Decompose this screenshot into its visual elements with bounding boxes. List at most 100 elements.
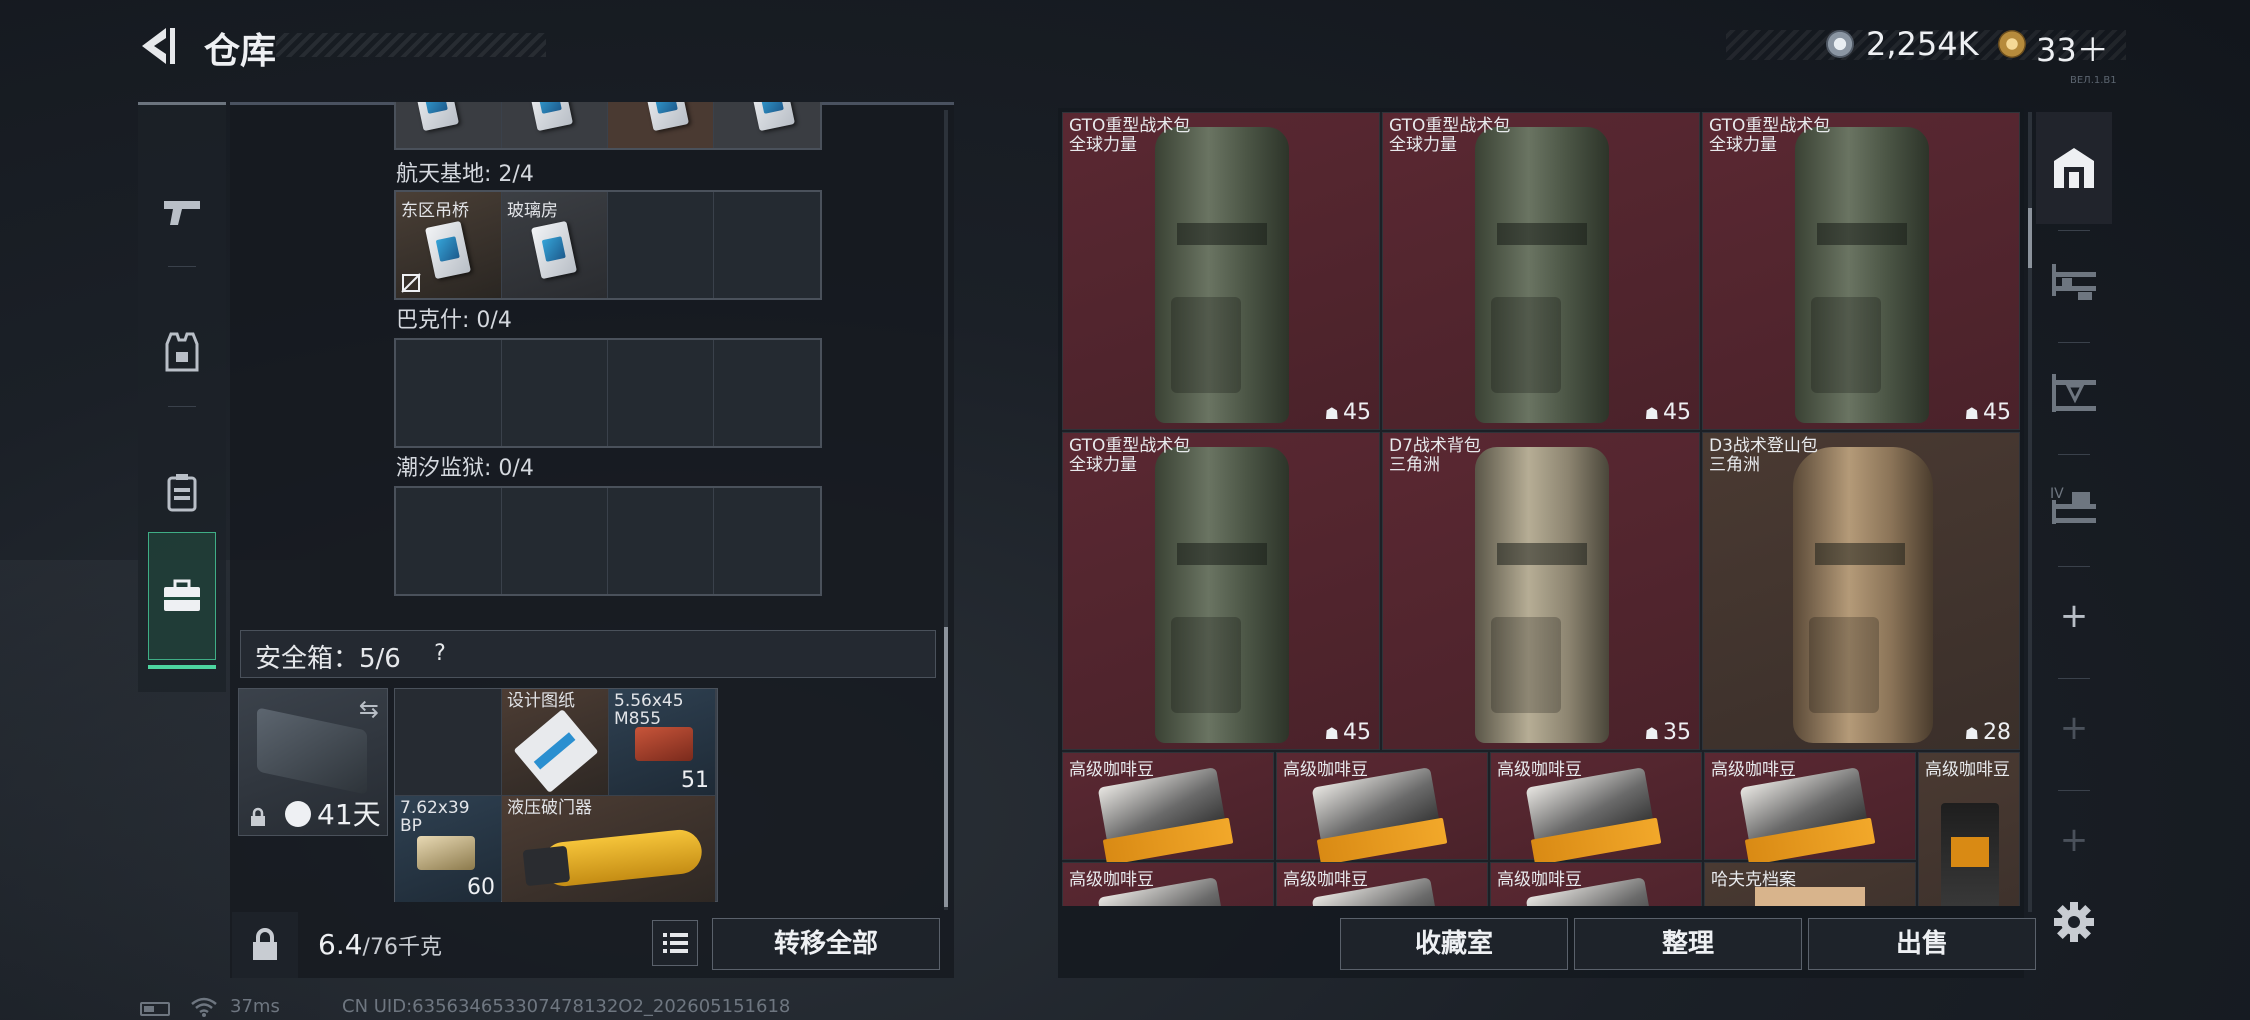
swap-icon[interactable]: ⇆ (359, 695, 379, 723)
inventory-item-backpack[interactable]: D3战术登山包 三角洲 ☗ 28 (1702, 432, 2020, 750)
nav-armor[interactable] (138, 282, 226, 422)
svg-text:IV: IV (2050, 486, 2064, 502)
tab-rack-2[interactable] (2036, 336, 2112, 448)
weight-display: 6.4/76千克 (318, 928, 442, 961)
inventory-scrollbar-thumb[interactable] (2028, 208, 2032, 268)
inventory-item-small[interactable]: 高级咖啡豆 (1276, 752, 1488, 860)
section-title-spacebase: 航天基地: 2/4 (396, 162, 534, 187)
capacity-value: 45 (1343, 400, 1371, 425)
grid-cell[interactable] (714, 192, 820, 298)
inventory-item-small[interactable]: 高级咖啡豆 (1276, 862, 1488, 906)
capacity-value: 45 (1983, 400, 2011, 425)
item-name: D7战术背包 三角洲 (1389, 437, 1481, 475)
list-icon (663, 933, 688, 953)
wifi-icon (191, 997, 217, 1017)
section-grid-spacebase: 东区吊桥 玻璃房 (394, 190, 822, 300)
lock-button[interactable] (232, 912, 298, 978)
transfer-all-button[interactable]: 转移全部 (712, 918, 940, 970)
help-icon[interactable]: ? (424, 638, 456, 670)
weight-max: /76千克 (362, 935, 442, 960)
sort-button[interactable]: 整理 (1574, 918, 1802, 970)
backpack-image (1793, 447, 1933, 743)
add-tab-button-locked[interactable]: + (2036, 672, 2112, 784)
item-name: GTO重型战术包 全球力量 (1389, 117, 1510, 155)
collection-room-button[interactable]: 收藏室 (1340, 918, 1568, 970)
nav-storage[interactable] (148, 532, 216, 669)
add-tab-button-locked[interactable]: + (2036, 784, 2112, 896)
inventory-item-backpack[interactable]: GTO重型战术包 全球力量 ☗ 45 (1382, 112, 1700, 430)
backpack-image (1155, 127, 1289, 423)
capacity-icon: ☗ (1644, 724, 1659, 743)
back-arrow-icon[interactable] (136, 24, 180, 68)
grid-cell[interactable] (502, 340, 608, 446)
tab-rack-1[interactable] (2036, 224, 2112, 336)
item-title: GTO重型战术包 (1069, 436, 1191, 456)
capacity-value: 45 (1663, 400, 1691, 425)
grid-cell[interactable] (714, 102, 820, 148)
grid-cell[interactable] (502, 488, 608, 594)
item-label: 玻璃房 (507, 201, 558, 221)
item-name: D3战术登山包 三角洲 (1709, 437, 1818, 475)
inventory-item-small[interactable]: 高级咖啡豆 (1490, 752, 1702, 860)
coffee-bag-image (1311, 767, 1443, 859)
storage-scrollbar-thumb[interactable] (944, 627, 948, 907)
inventory-item-backpack[interactable]: D7战术背包 三角洲 ☗ 35 (1382, 432, 1700, 750)
grid-cell[interactable] (608, 102, 714, 148)
section-grid-bakhsh (394, 338, 822, 448)
safe-slot-blueprint[interactable]: 设计图纸 (502, 689, 608, 795)
grid-cell-keycard[interactable]: 玻璃房 (502, 192, 608, 298)
grid-cell[interactable] (396, 488, 502, 594)
grid-cell[interactable] (608, 340, 714, 446)
grid-cell[interactable] (396, 340, 502, 446)
tab-rack-4[interactable]: IV (2036, 448, 2112, 560)
uid-text: CN UID:635634653307478132O2_202605151618 (342, 996, 791, 1017)
inventory-item-small[interactable]: 高级咖啡豆 (1490, 862, 1702, 906)
nav-weapons[interactable] (138, 142, 226, 282)
currency-gold-amount[interactable]: 33＋ (2036, 25, 2109, 71)
inventory-item-tall[interactable]: 高级咖啡豆 (1918, 752, 2020, 906)
grid-cell[interactable] (608, 192, 714, 298)
grid-cell[interactable] (502, 102, 608, 148)
inventory-item-small[interactable]: 高级咖啡豆 (1062, 752, 1274, 860)
safe-slot-empty[interactable] (395, 689, 501, 795)
safe-slot-breacher[interactable]: 液压破门器 (502, 796, 715, 902)
safe-slot-ammo-762[interactable]: 7.62x39 BP 60 (395, 796, 501, 902)
grid-cell[interactable] (714, 340, 820, 446)
capacity-icon: ☗ (1964, 404, 1979, 423)
capacity-value: 45 (1343, 720, 1371, 745)
list-view-button[interactable] (652, 920, 698, 966)
inventory-item-backpack[interactable]: GTO重型战术包 全球力量 ☗ 45 (1702, 112, 2020, 430)
ping-text: 37ms (230, 996, 280, 1017)
inventory-item-backpack[interactable]: GTO重型战术包 全球力量 ☗ 45 (1062, 432, 1380, 750)
item-name: GTO重型战术包 全球力量 (1069, 117, 1190, 155)
item-name: 高级咖啡豆 (1497, 870, 1582, 890)
item-title: D7战术背包 (1389, 436, 1481, 456)
blueprint-icon (513, 708, 599, 794)
title-decoration (276, 33, 546, 57)
add-tab-button[interactable]: + (2036, 560, 2112, 672)
safe-box-case[interactable]: ⇆ 41天 (238, 688, 388, 836)
document-image (1755, 887, 1865, 906)
silver-coin-icon (1826, 30, 1854, 58)
inventory-item-small[interactable]: 高级咖啡豆 (1062, 862, 1274, 906)
sell-button[interactable]: 出售 (1808, 918, 2036, 970)
coffee-bag-image (1941, 803, 1999, 906)
item-count: 60 (467, 875, 495, 900)
item-capacity: ☗ 45 (1325, 720, 1371, 745)
item-title: GTO重型战术包 (1709, 116, 1831, 136)
item-source: 三角洲 (1709, 455, 1760, 475)
safe-slot-ammo-556[interactable]: 5.56x45 M855 51 (609, 689, 715, 795)
tab-warehouse[interactable] (2036, 112, 2112, 224)
grid-cell[interactable] (714, 488, 820, 594)
inventory-item-backpack[interactable]: GTO重型战术包 全球力量 ☗ 45 (1062, 112, 1380, 430)
item-capacity: ☗ 28 (1965, 720, 2011, 745)
grid-cell-keycard[interactable]: 东区吊桥 (396, 192, 502, 298)
inventory-item-small[interactable]: 哈夫克档案 (1704, 862, 1916, 906)
grid-cell[interactable] (396, 102, 502, 148)
section-title-prison: 潮汐监狱: 0/4 (396, 456, 534, 481)
grid-cell[interactable] (608, 488, 714, 594)
inventory-item-small[interactable]: 高级咖啡豆 (1704, 752, 1916, 860)
settings-gear-icon[interactable] (2052, 900, 2096, 944)
version-text: ВЕЛ.1.В1 (2070, 75, 2117, 86)
item-source: 全球力量 (1069, 135, 1137, 155)
